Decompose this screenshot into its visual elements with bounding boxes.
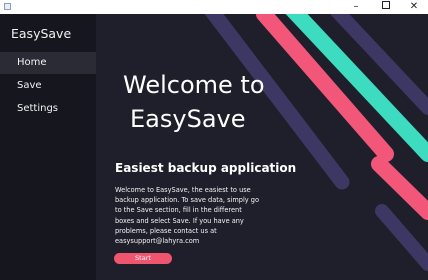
welcome-line-1: Welcome to xyxy=(123,71,265,99)
welcome-line-2: EasySave xyxy=(130,105,246,133)
subtitle: Easiest backup application xyxy=(115,161,297,175)
sidebar-item-label: Settings xyxy=(17,103,59,114)
main-content: Welcome to EasySave Easiest backup appli… xyxy=(96,14,428,280)
minimize-button[interactable]: – xyxy=(341,0,371,14)
description-text: Welcome to EasySave, the easiest to use … xyxy=(115,186,260,246)
welcome-heading: Welcome to EasySave xyxy=(123,68,283,136)
title-bar: – ✕ xyxy=(0,0,428,14)
maximize-icon xyxy=(382,1,390,9)
app-title: EasySave xyxy=(11,26,72,41)
sidebar-item-home[interactable]: Home xyxy=(0,52,96,74)
app-window: – ✕ EasySave Home Save Settings Welcome … xyxy=(0,0,428,280)
stripe-pink-2 xyxy=(371,156,428,220)
stripe-purple-3 xyxy=(375,204,428,271)
app-icon xyxy=(4,3,11,10)
close-button[interactable]: ✕ xyxy=(399,0,428,14)
sidebar: EasySave Home Save Settings xyxy=(0,14,96,280)
start-button[interactable]: Start xyxy=(114,253,172,264)
sidebar-item-label: Home xyxy=(17,57,47,68)
sidebar-item-settings[interactable]: Settings xyxy=(0,98,96,120)
sidebar-item-label: Save xyxy=(17,80,42,91)
sidebar-item-save[interactable]: Save xyxy=(0,75,96,97)
maximize-button[interactable] xyxy=(371,0,401,14)
